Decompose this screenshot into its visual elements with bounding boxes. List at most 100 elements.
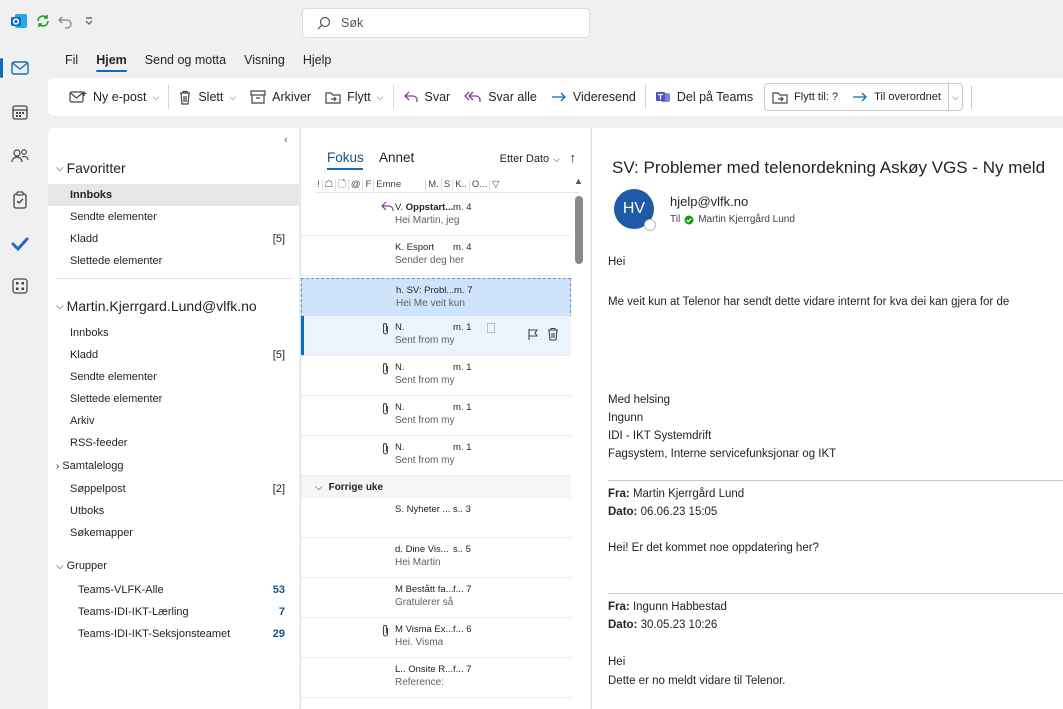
- message-preview: Gratulerer så: [395, 597, 454, 608]
- undo-icon[interactable]: [56, 12, 74, 30]
- tab-focused[interactable]: Fokus: [327, 150, 364, 165]
- list-item[interactable]: d. Dine Vis... s.. 5 Hei Martin: [301, 538, 571, 578]
- quote-date: 30.05.23 10:26: [640, 619, 718, 631]
- col-size[interactable]: S: [442, 178, 454, 191]
- col-reminder[interactable]: ☖: [323, 178, 337, 191]
- folder-inbox[interactable]: Innboks: [48, 322, 299, 344]
- group-idi-ikt-seksjonsteamet[interactable]: Teams-IDI-IKT-Seksjonsteamet 29: [48, 623, 299, 645]
- folder-inbox-favorite[interactable]: Innboks: [48, 184, 299, 206]
- folder-junk[interactable]: Søppelpost [2]: [48, 478, 299, 500]
- col-attachment[interactable]: @: [349, 178, 364, 191]
- move-button[interactable]: Flytt ⌵: [318, 82, 390, 112]
- sender-address[interactable]: hjelp@vlfk.no: [670, 194, 748, 209]
- to-manager-quickstep[interactable]: Til overordnet: [845, 82, 948, 112]
- calendar-app-icon[interactable]: [6, 98, 34, 126]
- folder-conversation-log[interactable]: › Samtalelogg: [56, 460, 124, 472]
- people-app-icon[interactable]: [6, 142, 34, 170]
- new-mail-button[interactable]: Ny e-post ⌵: [62, 82, 166, 112]
- col-importance[interactable]: !: [315, 178, 323, 191]
- teams-icon: [655, 92, 670, 102]
- search-box[interactable]: Søk: [302, 8, 590, 38]
- list-item[interactable]: N. m. 1 Sent from my: [301, 316, 571, 356]
- folder-deleted-favorite[interactable]: Slettede elementer: [48, 250, 299, 272]
- forward-button[interactable]: Videresend: [544, 82, 643, 112]
- folder-label: Søkemapper: [70, 527, 133, 539]
- reply-button[interactable]: Svar: [396, 82, 458, 112]
- folder-drafts-favorite[interactable]: Kladd [5]: [48, 228, 299, 250]
- delete-button[interactable]: Slett ⌵: [171, 82, 243, 112]
- list-item-selected[interactable]: h. SV: Probl... m. 7 Hei Me veit kun: [301, 278, 571, 318]
- list-item[interactable]: V. Oppstart... m. 4 Hei Martin, jeg: [301, 196, 571, 236]
- col-received[interactable]: M.: [426, 178, 442, 191]
- folder-drafts[interactable]: Kladd [5]: [48, 344, 299, 366]
- scroll-up-icon[interactable]: ▲: [574, 176, 583, 186]
- app-rail: [0, 42, 40, 709]
- folder-archive[interactable]: Arkiv: [48, 410, 299, 432]
- tab-home[interactable]: Hjem: [87, 53, 136, 72]
- col-other[interactable]: O...: [470, 178, 491, 191]
- reply-all-button[interactable]: Svar alle: [457, 82, 544, 112]
- groups-header[interactable]: ⌵ Grupper: [56, 560, 107, 572]
- tab-view[interactable]: Visning: [235, 53, 294, 67]
- message-sender: N.: [395, 362, 405, 373]
- folder-rss[interactable]: RSS-feeder: [48, 432, 299, 454]
- trash-icon[interactable]: [547, 327, 559, 341]
- col-category[interactable]: K..: [453, 178, 470, 191]
- mail-app-icon[interactable]: [0, 54, 34, 82]
- share-teams-button[interactable]: Del på Teams: [648, 82, 760, 112]
- list-item[interactable]: L.. Onsite R... f... 7 Reference:: [301, 658, 571, 698]
- message-sender: M: [395, 584, 403, 595]
- scrollbar-thumb[interactable]: [575, 196, 583, 264]
- chevron-down-icon: ⌵: [56, 162, 64, 174]
- list-item[interactable]: M Visma Ex... f... 6 Hei. Visma: [301, 618, 571, 658]
- tab-other[interactable]: Annet: [379, 150, 414, 165]
- move-to-quickstep[interactable]: Flytt til: ?: [765, 82, 845, 112]
- attachment-icon: [382, 363, 389, 375]
- tab-send-receive[interactable]: Send og motta: [136, 53, 235, 67]
- list-item[interactable]: N. m. 1 Sent from my: [301, 396, 571, 436]
- folder-search-folders[interactable]: Søkemapper: [48, 522, 299, 544]
- group-header-last-week[interactable]: ⌵ Forrige uke: [301, 476, 571, 498]
- list-item[interactable]: N. m. 1 Sent from my: [301, 436, 571, 476]
- collapse-pane-icon[interactable]: ‹: [284, 134, 288, 146]
- group-idi-ikt-laerling[interactable]: Teams-IDI-IKT-Lærling 7: [48, 601, 299, 623]
- sort-by-button[interactable]: Etter Dato ⌵: [500, 153, 560, 165]
- list-item[interactable]: M Bestått fa... f... 7 Gratulerer så: [301, 578, 571, 618]
- sort-direction-icon[interactable]: ↑: [570, 150, 577, 165]
- customize-toolbar-icon[interactable]: [80, 12, 98, 30]
- folder-deleted[interactable]: Slettede elementer: [48, 388, 299, 410]
- group-vlfk-alle[interactable]: Teams-VLFK-Alle 53: [48, 579, 299, 601]
- date-label: Dato:: [608, 619, 638, 631]
- group-count: 29: [272, 628, 285, 640]
- tab-help[interactable]: Hjelp: [294, 53, 341, 67]
- folder-sent-favorite[interactable]: Sendte elementer: [48, 206, 299, 228]
- col-from[interactable]: F: [363, 178, 375, 191]
- sync-icon[interactable]: [34, 12, 52, 30]
- tab-file[interactable]: Fil: [56, 53, 87, 67]
- account-header[interactable]: ⌵ Martin.Kjerrgard.Lund@vlfk.no: [56, 298, 257, 314]
- more-apps-icon[interactable]: [6, 272, 34, 300]
- list-item[interactable]: S. Nyheter ... s.. 3: [301, 498, 571, 538]
- flag-icon[interactable]: [527, 328, 539, 341]
- filter-icon[interactable]: ▽: [490, 179, 501, 191]
- todo-app-icon[interactable]: [6, 230, 34, 258]
- col-icon[interactable]: 🗋: [336, 178, 349, 191]
- category-box[interactable]: [487, 323, 495, 333]
- quote-date-line: Dato: 30.05.23 10:26: [608, 619, 717, 631]
- avatar[interactable]: HV: [614, 189, 656, 231]
- message-list-scrollbar[interactable]: ▲: [573, 176, 585, 709]
- message-date: m. 1: [453, 442, 472, 453]
- quick-steps-dropdown[interactable]: ⌵: [947, 84, 962, 110]
- folder-outbox[interactable]: Utboks: [48, 500, 299, 522]
- signature-dept: IDI - IKT Systemdrift: [608, 430, 712, 442]
- tasks-app-icon[interactable]: [6, 186, 34, 214]
- folder-sent[interactable]: Sendte elementer: [48, 366, 299, 388]
- list-item[interactable]: N. m. 1 Sent from my: [301, 356, 571, 396]
- recipient-name[interactable]: Martin Kjerrgård Lund: [698, 214, 795, 225]
- message-sender: V.: [395, 202, 404, 213]
- favorites-header[interactable]: ⌵ Favoritter: [56, 160, 126, 176]
- list-item[interactable]: K. Esport m. 4 Sender deg her: [301, 236, 571, 276]
- folder-label: Arkiv: [70, 415, 95, 427]
- col-subject[interactable]: Emne: [374, 178, 427, 191]
- archive-button[interactable]: Arkiver: [243, 82, 318, 112]
